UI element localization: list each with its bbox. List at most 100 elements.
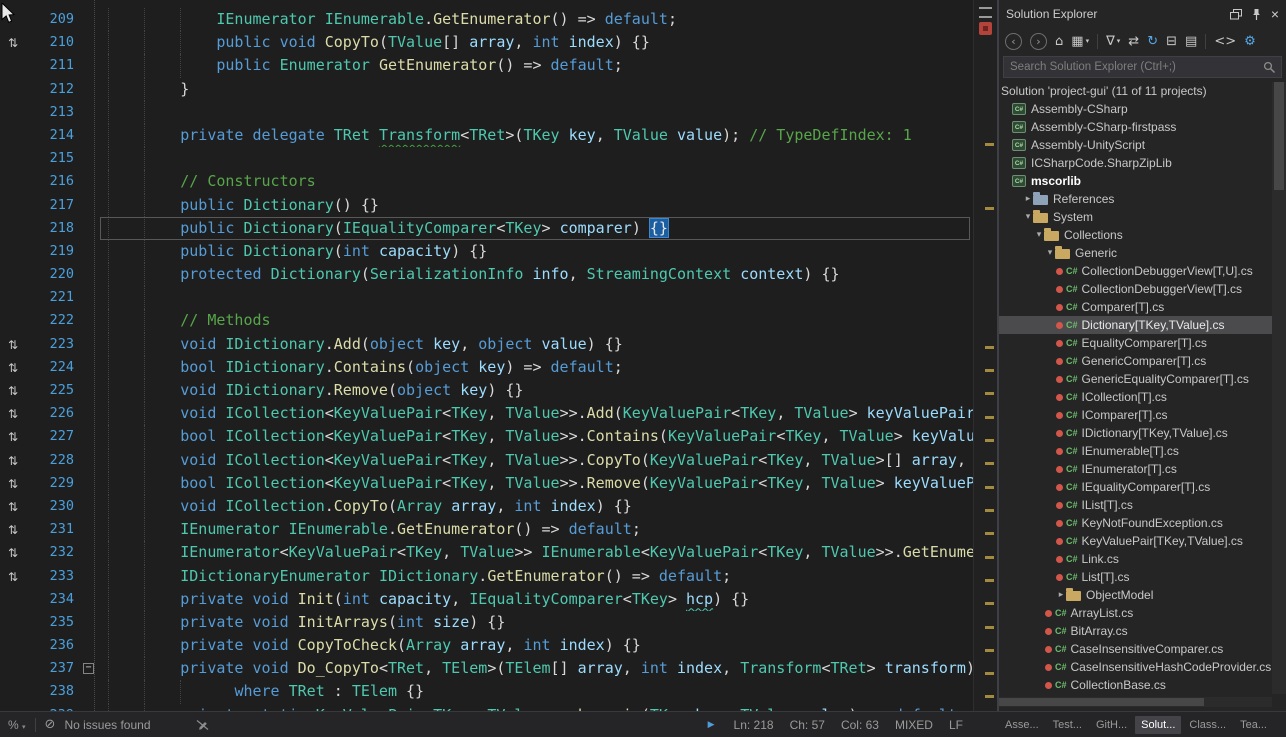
code-line[interactable]: ⇅230 void ICollection.CopyTo(Array array…	[0, 495, 973, 518]
code-line[interactable]: ⇅228 void ICollection<KeyValuePair<TKey,…	[0, 449, 973, 472]
tree-item-keyvaluepair-tkey-tvalue[interactable]: C#KeyValuePair[TKey,TValue].cs	[999, 532, 1272, 550]
tree-item-list-t[interactable]: C#List[T].cs	[999, 568, 1272, 586]
expander-collapsed-icon[interactable]: ▸	[1056, 590, 1066, 600]
eol-indicator[interactable]: LF	[949, 718, 963, 732]
code-line[interactable]: ⇅232 IEnumerator<KeyValuePair<TKey, TVal…	[0, 541, 973, 564]
tree-item-genericcomparer-t[interactable]: C#GenericComparer[T].cs	[999, 352, 1272, 370]
code-line[interactable]: 216 // Constructors	[0, 170, 973, 193]
zoom-control[interactable]: % ▾	[8, 718, 26, 732]
panel-vscrollbar-thumb[interactable]	[1274, 82, 1284, 190]
implements-indicator-icon[interactable]: ⇅	[8, 454, 18, 468]
switch-views-button[interactable]: ▦▾	[1071, 34, 1089, 49]
char-indicator[interactable]: Ch: 57	[790, 718, 825, 732]
implements-indicator-icon[interactable]: ⇅	[8, 546, 18, 560]
panel-tab-solut[interactable]: Solut...	[1135, 716, 1181, 734]
panel-tab-class[interactable]: Class...	[1183, 716, 1232, 734]
back-button[interactable]: ‹	[1005, 33, 1022, 50]
code-line[interactable]: 217 public Dictionary() {}	[0, 194, 973, 217]
search-icon[interactable]	[1263, 61, 1276, 74]
solution-search-input[interactable]	[1003, 56, 1282, 78]
tree-item-ienumerable-t[interactable]: C#IEnumerable[T].cs	[999, 442, 1272, 460]
properties-button[interactable]: ⚙	[1244, 34, 1256, 49]
column-indicator[interactable]: Col: 63	[841, 718, 879, 732]
implements-indicator-icon[interactable]: ⇅	[8, 523, 18, 537]
expander-collapsed-icon[interactable]: ▸	[1023, 194, 1033, 204]
code-line[interactable]: 235 private void InitArrays(int size) {}	[0, 611, 973, 634]
implements-indicator-icon[interactable]: ⇅	[8, 500, 18, 514]
implements-indicator-icon[interactable]: ⇅	[8, 338, 18, 352]
filter-button[interactable]: ∇▾	[1106, 34, 1120, 49]
tree-item-keynotfoundexception[interactable]: C#KeyNotFoundException.cs	[999, 514, 1272, 532]
tree-item-icomparer-t[interactable]: C#IComparer[T].cs	[999, 406, 1272, 424]
tree-item-collectiondebuggerview-t[interactable]: C#CollectionDebuggerView[T].cs	[999, 280, 1272, 298]
tree-item-ienumerator-t[interactable]: C#IEnumerator[T].cs	[999, 460, 1272, 478]
code-line[interactable]: 234 private void Init(int capacity, IEqu…	[0, 588, 973, 611]
tree-item-link[interactable]: C#Link.cs	[999, 550, 1272, 568]
code-line[interactable]: ⇅223 void IDictionary.Add(object key, ob…	[0, 333, 973, 356]
forward-button[interactable]: ›	[1030, 33, 1047, 50]
tree-item-icollection-t[interactable]: C#ICollection[T].cs	[999, 388, 1272, 406]
tree-item-mscorlib[interactable]: C#mscorlib	[999, 172, 1272, 190]
implements-indicator-icon[interactable]: ⇅	[8, 570, 18, 584]
code-line[interactable]: ⇅231 IEnumerator IEnumerable.GetEnumerat…	[0, 518, 973, 541]
home-button[interactable]: ⌂	[1055, 34, 1063, 49]
implements-indicator-icon[interactable]: ⇅	[8, 430, 18, 444]
tree-item-idictionary-tkey-tvalue[interactable]: C#IDictionary[TKey,TValue].cs	[999, 424, 1272, 442]
refresh-button[interactable]: ↻	[1147, 34, 1158, 49]
encoding-indicator[interactable]: MIXED	[895, 718, 933, 732]
code-line[interactable]: 222 // Methods	[0, 309, 973, 332]
tree-item-assembly-csharp[interactable]: C#Assembly-CSharp	[999, 100, 1272, 118]
code-line[interactable]: 236 private void CopyToCheck(Array array…	[0, 634, 973, 657]
tree-item-bitarray[interactable]: C#BitArray.cs	[999, 622, 1272, 640]
implements-indicator-icon[interactable]: ⇅	[8, 407, 18, 421]
panel-tab-test[interactable]: Test...	[1047, 716, 1088, 734]
code-line[interactable]: ⇅225 void IDictionary.Remove(object key)…	[0, 379, 973, 402]
code-line[interactable]: 214 private delegate TRet Transform<TRet…	[0, 124, 973, 147]
code-line[interactable]: ⇅210 public void CopyTo(TValue[] array, …	[0, 31, 973, 54]
tree-item-icsharpcode-sharpziplib[interactable]: C#ICSharpCode.SharpZipLib	[999, 154, 1272, 172]
code-line[interactable]: 211 public Enumerator GetEnumerator() =>…	[0, 54, 973, 77]
panel-hscrollbar[interactable]	[999, 697, 1272, 707]
expander-expanded-icon[interactable]: ▾	[1045, 248, 1055, 258]
close-icon[interactable]: ×	[1271, 8, 1279, 20]
code-line[interactable]: 213	[0, 101, 973, 124]
code-line[interactable]: 220 protected Dictionary(SerializationIn…	[0, 263, 973, 286]
tree-item-objectmodel[interactable]: ▸ObjectModel	[999, 586, 1272, 604]
panel-tab-tea[interactable]: Tea...	[1234, 716, 1273, 734]
tree-item-assembly-unityscript[interactable]: C#Assembly-UnityScript	[999, 136, 1272, 154]
code-line[interactable]: ⇅227 bool ICollection<KeyValuePair<TKey,…	[0, 425, 973, 448]
pin-icon[interactable]	[1252, 8, 1261, 21]
caret-right-icon[interactable]: ▶	[708, 720, 715, 730]
code-line[interactable]: 209 IEnumerator IEnumerable.GetEnumerato…	[0, 8, 973, 31]
editor-scrollbar[interactable]	[973, 0, 997, 711]
tree-item-caseinsensitivecomparer[interactable]: C#CaseInsensitiveComparer.cs	[999, 640, 1272, 658]
tree-item-assembly-csharp-firstpass[interactable]: C#Assembly-CSharp-firstpass	[999, 118, 1272, 136]
code-line[interactable]: 238 where TRet : TElem {}	[0, 680, 973, 703]
view-code-button[interactable]: <>	[1214, 34, 1236, 49]
expander-expanded-icon[interactable]: ▾	[1023, 212, 1033, 222]
tree-item-solution[interactable]: Solution 'project-gui' (11 of 11 project…	[999, 82, 1272, 100]
split-editor-handle-icon[interactable]	[979, 7, 992, 18]
implements-indicator-icon[interactable]: ⇅	[8, 361, 18, 375]
code-line[interactable]: ⇅233 IDictionaryEnumerator IDictionary.G…	[0, 565, 973, 588]
tree-item-generic[interactable]: ▾Generic	[999, 244, 1272, 262]
tree-item-ilist-t[interactable]: C#IList[T].cs	[999, 496, 1272, 514]
fold-collapse-icon[interactable]: −	[83, 663, 94, 674]
panel-tab-gith[interactable]: GitH...	[1090, 716, 1133, 734]
line-indicator[interactable]: Ln: 218	[734, 718, 774, 732]
code-line[interactable]: 237− private void Do_CopyTo<TRet, TElem>…	[0, 657, 973, 680]
tree-item-comparer-t[interactable]: C#Comparer[T].cs	[999, 298, 1272, 316]
tree-item-system[interactable]: ▾System	[999, 208, 1272, 226]
document-health-badge[interactable]	[979, 22, 992, 35]
tree-item-collectionbase[interactable]: C#CollectionBase.cs	[999, 676, 1272, 694]
expander-expanded-icon[interactable]: ▾	[1034, 230, 1044, 240]
tree-item-caseinsensitivehashcodeprovider[interactable]: C#CaseInsensitiveHashCodeProvider.cs	[999, 658, 1272, 676]
code-line[interactable]: 239 private static KeyValuePair<TKey, TV…	[0, 704, 973, 711]
code-line[interactable]: 212 }	[0, 78, 973, 101]
implements-indicator-icon[interactable]: ⇅	[8, 477, 18, 491]
window-position-icon[interactable]	[1230, 9, 1242, 20]
tree-item-references[interactable]: ▸References	[999, 190, 1272, 208]
code-line[interactable]: ⇅224 bool IDictionary.Contains(object ke…	[0, 356, 973, 379]
tree-item-iequalitycomparer-t[interactable]: C#IEqualityComparer[T].cs	[999, 478, 1272, 496]
tree-item-collectiondebuggerview-t-u[interactable]: C#CollectionDebuggerView[T,U].cs	[999, 262, 1272, 280]
